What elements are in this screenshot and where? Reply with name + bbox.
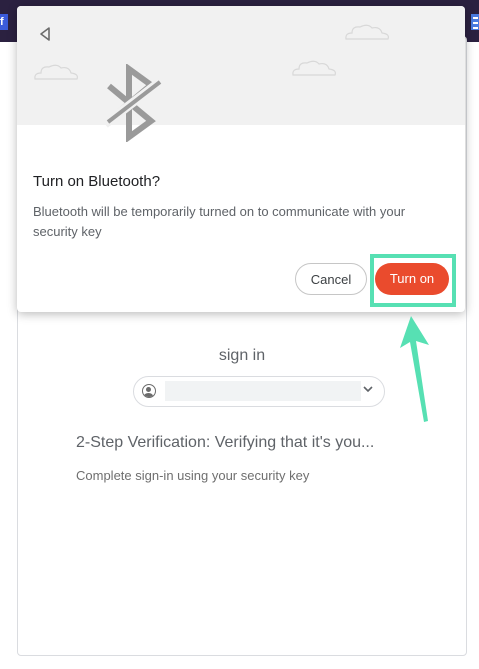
dialog-illustration-header <box>17 6 465 142</box>
cloud-icon <box>292 60 336 76</box>
cloud-icon <box>34 64 78 80</box>
back-triangle-icon[interactable] <box>38 26 52 42</box>
cancel-button[interactable]: Cancel <box>295 263 367 295</box>
annotation-arrow-icon <box>400 316 429 422</box>
annotation-highlight-box <box>370 254 456 307</box>
menu-lines-icon[interactable] <box>471 14 479 30</box>
account-email-redacted <box>165 381 361 401</box>
chevron-down-icon <box>363 386 373 393</box>
verification-subtitle: Complete sign-in using your security key <box>76 468 310 483</box>
account-chip[interactable] <box>133 376 385 407</box>
dialog-title: Turn on Bluetooth? <box>33 173 161 190</box>
account-circle-icon <box>142 384 156 398</box>
bluetooth-icon <box>102 64 162 142</box>
facebook-icon[interactable]: f <box>0 14 8 30</box>
cloud-icon <box>345 24 389 40</box>
dialog-body: Bluetooth will be temporarily turned on … <box>33 204 406 239</box>
verification-title: 2-Step Verification: Verifying that it's… <box>76 434 375 451</box>
